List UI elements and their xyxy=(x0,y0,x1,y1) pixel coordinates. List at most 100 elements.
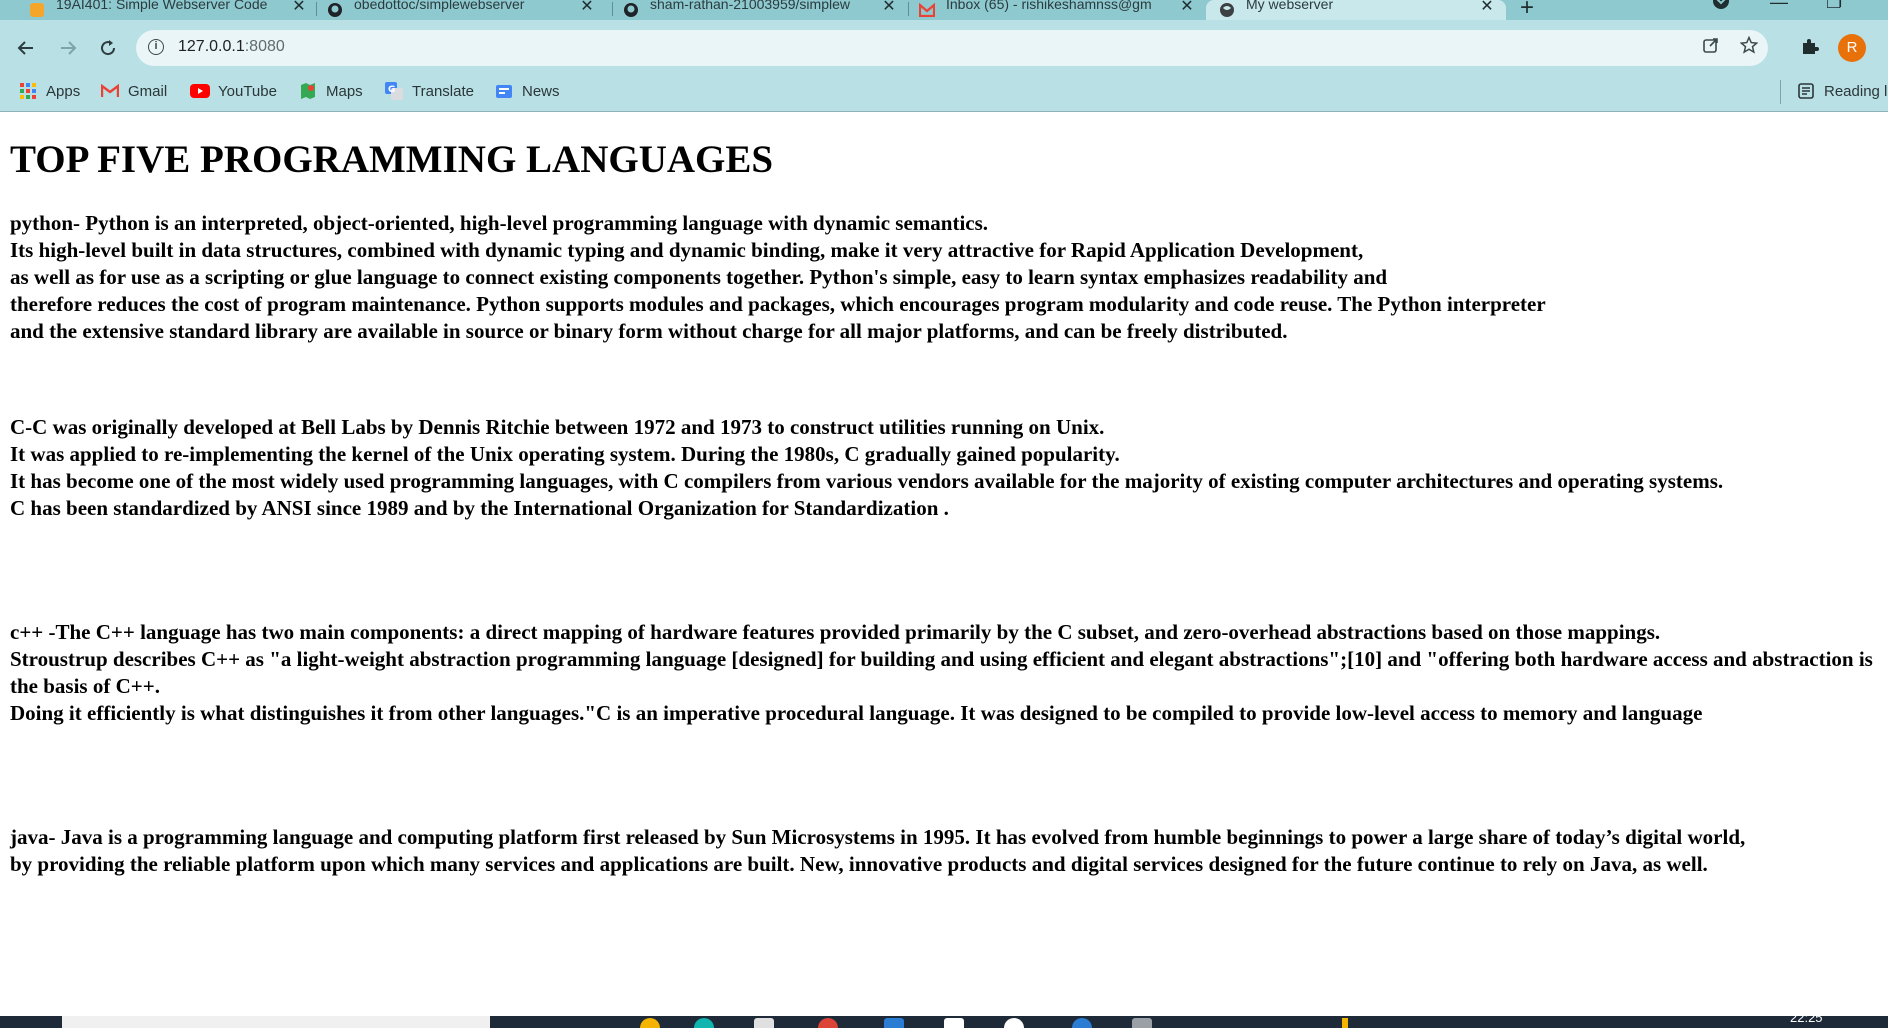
tab-label: 19AI401: Simple Webserver Code xyxy=(56,0,268,12)
edge-browser-icon[interactable] xyxy=(694,1018,714,1028)
paragraph-java: java- Java is a programming language and… xyxy=(10,824,1878,878)
bookmark-label: News xyxy=(522,82,560,100)
url-port: :8080 xyxy=(244,38,285,55)
tab-github-sham-rathan[interactable]: sham-rathan-21003959/simplew ✕ xyxy=(622,0,898,20)
back-button[interactable] xyxy=(12,34,40,62)
tab-divider xyxy=(612,2,613,16)
text-line: Its high-level built in data structures,… xyxy=(10,238,1364,262)
gmail-icon xyxy=(100,82,120,100)
tab-my-webserver[interactable]: My webserver ✕ xyxy=(1206,0,1506,20)
paragraph-python: python- Python is an interpreted, object… xyxy=(10,210,1878,345)
minimize-button[interactable]: — xyxy=(1770,0,1788,13)
browser-toolbar: i 127.0.0.1:8080 R xyxy=(0,20,1888,74)
store-icon[interactable] xyxy=(754,1018,774,1028)
bookmark-label: Apps xyxy=(46,82,81,100)
tab-label: Inbox (65) - rishikeshamnss@gm xyxy=(946,0,1152,12)
text-line: therefore reduces the cost of program ma… xyxy=(10,292,1546,316)
text-line: Doing it efficiently is what distinguish… xyxy=(10,701,1703,725)
bookmark-translate[interactable]: G Translate xyxy=(384,82,474,100)
new-tab-button[interactable]: + xyxy=(1520,0,1534,22)
taskbar-search-box[interactable] xyxy=(62,1016,490,1028)
text-line: and the extensive standard library are a… xyxy=(10,319,1288,343)
text-line: Stroustrup describes C++ as "a light-wei… xyxy=(10,647,1873,698)
profile-avatar[interactable]: R xyxy=(1838,34,1866,62)
reading-list-label: Reading l xyxy=(1824,82,1888,100)
tab-close-icon[interactable]: ✕ xyxy=(1478,0,1496,16)
svg-text:G: G xyxy=(388,85,395,95)
paragraph-c: C-C was originally developed at Bell Lab… xyxy=(10,414,1878,522)
tab-search-icon[interactable] xyxy=(1712,0,1730,15)
page-heading: TOP FIVE PROGRAMMING LANGUAGES xyxy=(10,138,774,181)
tab-gmail-inbox[interactable]: Inbox (65) - rishikeshamnss@gm ✕ xyxy=(918,0,1196,20)
gmail-icon xyxy=(918,1,936,19)
tab-close-icon[interactable]: ✕ xyxy=(578,0,596,16)
bookmarks-divider xyxy=(1780,80,1781,104)
app-icon[interactable] xyxy=(944,1018,964,1028)
tray-icon[interactable] xyxy=(1342,1018,1348,1028)
text-line: python- Python is an interpreted, object… xyxy=(10,211,989,235)
bookmark-label: Gmail xyxy=(128,82,168,100)
bookmark-maps[interactable]: Maps xyxy=(298,82,363,100)
github-icon xyxy=(622,1,640,19)
youtube-icon xyxy=(190,82,210,100)
apps-grid-icon xyxy=(18,82,38,100)
file-explorer-icon[interactable] xyxy=(640,1018,660,1028)
os-taskbar: 22:25 xyxy=(0,1016,1888,1028)
arrow-right-icon xyxy=(61,41,77,55)
app-icon[interactable] xyxy=(1072,1018,1092,1028)
tab-close-icon[interactable]: ✕ xyxy=(290,0,308,16)
bookmark-label: Maps xyxy=(326,82,363,100)
bookmark-apps[interactable]: Apps xyxy=(18,82,80,100)
text-line: java- Java is a programming language and… xyxy=(10,825,1746,849)
text-line: c++ -The C++ language has two main compo… xyxy=(10,620,1661,644)
reload-icon xyxy=(101,40,116,56)
tab-label: My webserver xyxy=(1246,0,1334,12)
coding-platform-icon xyxy=(28,1,46,19)
tab-github-obedottoc[interactable]: obedottoc/simplewebserver ✕ xyxy=(326,0,596,20)
reload-button[interactable] xyxy=(94,34,122,62)
text-line: It has become one of the most widely use… xyxy=(10,469,1724,493)
paragraph-cpp: c++ -The C++ language has two main compo… xyxy=(10,619,1878,727)
tab-label: sham-rathan-21003959/simplew xyxy=(650,0,850,12)
app-icon[interactable] xyxy=(1132,1018,1152,1028)
news-icon xyxy=(494,82,514,100)
browser-chrome: 19AI401: Simple Webserver Code ✕ obedott… xyxy=(0,0,1888,112)
extensions-puzzle-icon[interactable] xyxy=(1800,36,1820,62)
tab-label: obedottoc/simplewebserver xyxy=(354,0,525,12)
bookmark-news[interactable]: News xyxy=(494,82,560,100)
tab-close-icon[interactable]: ✕ xyxy=(1178,0,1196,16)
text-line: as well as for use as a scripting or glu… xyxy=(10,265,1388,289)
page-content: TOP FIVE PROGRAMMING LANGUAGES python- P… xyxy=(0,112,1888,1016)
text-line: by providing the reliable platform upon … xyxy=(10,852,1708,876)
app-icon[interactable] xyxy=(1004,1018,1024,1028)
bookmark-label: YouTube xyxy=(218,82,277,100)
text-line: It was applied to re-implementing the ke… xyxy=(10,442,1120,466)
maps-icon xyxy=(298,82,318,100)
url-host: 127.0.0.1 xyxy=(178,38,245,55)
bookmark-gmail[interactable]: Gmail xyxy=(100,82,167,100)
reading-list-icon xyxy=(1796,82,1816,100)
address-bar[interactable]: i 127.0.0.1:8080 xyxy=(136,30,1768,66)
bookmark-label: Translate xyxy=(412,82,474,100)
github-icon xyxy=(326,1,344,19)
globe-icon xyxy=(1218,1,1236,19)
chrome-icon[interactable] xyxy=(818,1018,838,1028)
bookmark-star-icon[interactable] xyxy=(1739,35,1759,59)
tab-webserver-code[interactable]: 19AI401: Simple Webserver Code ✕ xyxy=(28,0,308,20)
reading-list-button[interactable]: Reading l xyxy=(1796,82,1887,100)
tab-strip: 19AI401: Simple Webserver Code ✕ obedott… xyxy=(0,0,1888,22)
share-icon[interactable] xyxy=(1702,36,1720,59)
text-line: C-C was originally developed at Bell Lab… xyxy=(10,415,1105,439)
tab-close-icon[interactable]: ✕ xyxy=(880,0,898,16)
forward-button[interactable] xyxy=(54,34,82,62)
taskbar-clock: 22:25 xyxy=(1790,1016,1823,1025)
maximize-button[interactable]: ❐ xyxy=(1826,0,1842,13)
bookmarks-bar: Apps Gmail YouTube Maps G Translate News… xyxy=(0,74,1888,112)
url-text[interactable]: 127.0.0.1:8080 xyxy=(178,38,285,56)
tab-divider xyxy=(316,2,317,16)
bookmark-youtube[interactable]: YouTube xyxy=(190,82,277,100)
site-info-icon[interactable]: i xyxy=(148,39,164,55)
mail-app-icon[interactable] xyxy=(884,1018,904,1028)
arrow-left-icon xyxy=(17,41,33,55)
translate-icon: G xyxy=(384,82,404,100)
